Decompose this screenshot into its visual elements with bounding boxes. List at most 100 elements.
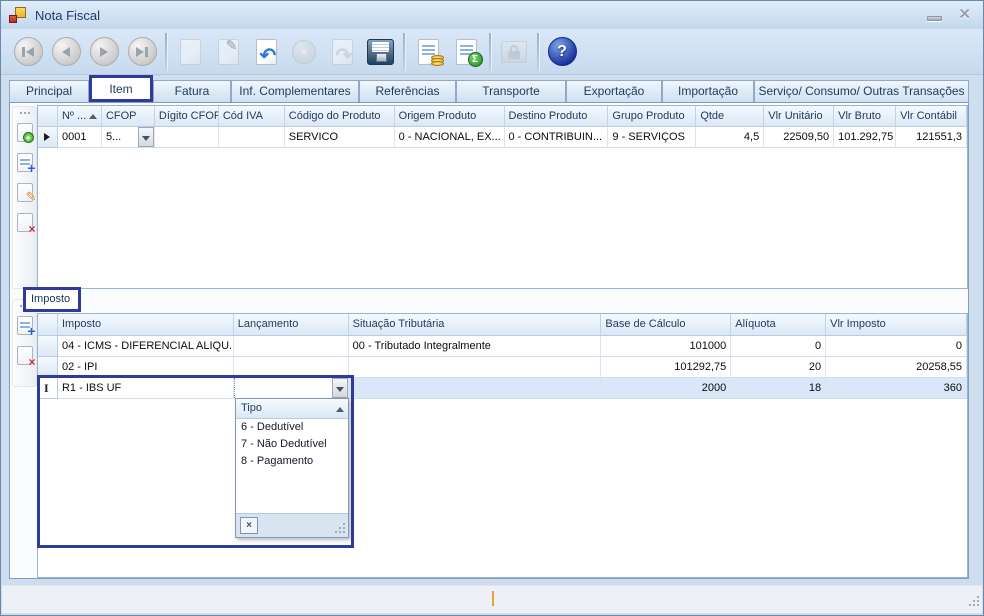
lancamento-editor-value[interactable]: [234, 378, 332, 398]
column-header-imposto[interactable]: Imposto: [58, 314, 234, 336]
cancel-button[interactable]: ×: [285, 31, 323, 73]
tab-servico-consumo[interactable]: Serviço/ Consumo/ Outras Transações: [754, 80, 969, 102]
column-header-base-calculo[interactable]: Base de Cálculo: [601, 314, 731, 336]
cell-vlr-bruto[interactable]: 101.292,75: [834, 127, 896, 148]
cell-origem-produto[interactable]: 0 - NACIONAL, EX...: [395, 127, 505, 148]
cell-qtde[interactable]: 4,5: [696, 127, 764, 148]
add-imposto-button[interactable]: +: [14, 313, 36, 337]
tab-fatura[interactable]: Fatura: [153, 80, 231, 102]
cfop-dropdown-button[interactable]: [138, 127, 154, 147]
column-header-vlr-bruto[interactable]: Vlr Bruto: [834, 106, 896, 127]
lock-button[interactable]: [495, 31, 533, 73]
nav-first-button[interactable]: [9, 31, 47, 73]
cell-situacao[interactable]: [349, 378, 602, 399]
cell-situacao[interactable]: 00 - Tributado Integralmente: [349, 336, 602, 357]
lock-icon: [501, 41, 527, 63]
cell-cfop[interactable]: 5...: [102, 127, 155, 148]
tab-inf-complementares[interactable]: Inf. Complementares: [231, 80, 359, 102]
cell-grupo-produto[interactable]: 9 - SERVIÇOS: [608, 127, 696, 148]
resize-grip-icon[interactable]: [343, 523, 345, 525]
toolbar-grip-icon[interactable]: [20, 112, 22, 114]
toolbar-grip-icon[interactable]: [20, 305, 22, 307]
cell-lancamento[interactable]: [234, 336, 349, 357]
column-header-qtde[interactable]: Qtde: [696, 106, 764, 127]
cell-lancamento[interactable]: [234, 357, 349, 378]
cell-base-calculo[interactable]: 101292,75: [601, 357, 731, 378]
column-header-digito-cfop[interactable]: Dígito CFOP: [155, 106, 219, 127]
cell-vlr-contabil[interactable]: 121551,3: [896, 127, 967, 148]
cell-vlr-unitario[interactable]: 22509,50: [764, 127, 834, 148]
nav-last-button[interactable]: [123, 31, 161, 73]
column-header-lancamento[interactable]: Lançamento: [234, 314, 349, 336]
undo-button[interactable]: ↶: [247, 31, 285, 73]
column-header-codigo-produto[interactable]: Código do Produto: [285, 106, 395, 127]
new-record-button[interactable]: [171, 31, 209, 73]
dropdown-option[interactable]: 7 - Não Dedutível: [236, 436, 348, 453]
cell-imposto[interactable]: 04 - ICMS - DIFERENCIAL ALIQU...: [58, 336, 234, 357]
edit-record-button[interactable]: ✎: [209, 31, 247, 73]
save-button[interactable]: [361, 31, 399, 73]
cell-cod-iva[interactable]: [219, 127, 285, 148]
cell-vlr-imposto[interactable]: 0: [826, 336, 967, 357]
toolbar-separator: [165, 33, 167, 71]
column-header-vlr-imposto[interactable]: Vlr Imposto: [826, 314, 967, 336]
new-document-icon: [180, 39, 201, 65]
edit-item-button[interactable]: ✎: [14, 180, 36, 204]
cell-base-calculo[interactable]: 2000: [601, 378, 731, 399]
item-grid-toolbar: + + ✎ ×: [12, 106, 37, 289]
cell-aliquota[interactable]: 0: [731, 336, 826, 357]
status-bar: [2, 585, 982, 613]
close-button[interactable]: ✕: [958, 6, 971, 24]
delete-item-button[interactable]: ×: [14, 210, 36, 234]
cell-aliquota[interactable]: 18: [731, 378, 826, 399]
dropdown-column-header[interactable]: Tipo: [236, 399, 348, 419]
tab-imposto[interactable]: Imposto: [23, 287, 81, 312]
cell-numero[interactable]: 0001: [58, 127, 102, 148]
column-header-cod-iva[interactable]: Cód IVA: [219, 106, 285, 127]
tab-exportacao[interactable]: Exportação: [566, 80, 662, 102]
nav-previous-button[interactable]: [47, 31, 85, 73]
insert-item-button[interactable]: +: [14, 150, 36, 174]
window-resize-grip-icon[interactable]: [977, 596, 979, 598]
cell-base-calculo[interactable]: 101000: [601, 336, 731, 357]
cell-codigo-produto[interactable]: SERVICO: [285, 127, 395, 148]
column-header-vlr-contabil[interactable]: Vlr Contábil: [896, 106, 967, 127]
cell-situacao[interactable]: [349, 357, 602, 378]
column-header-numero[interactable]: Nº ...: [58, 106, 102, 127]
cell-imposto[interactable]: 02 - IPI: [58, 357, 234, 378]
redo-button[interactable]: ↷: [323, 31, 361, 73]
invoice-values-button[interactable]: [409, 31, 447, 73]
imposto-grid-header: Imposto Lançamento Situação Tributária B…: [38, 314, 967, 336]
lancamento-dropdown-button[interactable]: [332, 378, 348, 398]
delete-imposto-button[interactable]: ×: [14, 343, 36, 367]
dropdown-option[interactable]: 6 - Dedutível: [236, 419, 348, 436]
totals-button[interactable]: Σ: [447, 31, 485, 73]
cell-vlr-imposto[interactable]: 360: [826, 378, 967, 399]
column-header-aliquota[interactable]: Alíquota: [731, 314, 826, 336]
nav-next-button[interactable]: [85, 31, 123, 73]
cfop-editor-value[interactable]: 5...: [102, 127, 138, 147]
cell-lancamento-editor[interactable]: [234, 378, 349, 399]
column-header-destino-produto[interactable]: Destino Produto: [505, 106, 609, 127]
tab-importacao[interactable]: Importação: [662, 80, 754, 102]
tab-item[interactable]: Item: [89, 75, 153, 102]
minimize-button[interactable]: [927, 16, 942, 21]
tab-referencias[interactable]: Referências: [359, 80, 456, 102]
tab-transporte[interactable]: Transporte: [456, 80, 566, 102]
cell-aliquota[interactable]: 20: [731, 357, 826, 378]
tab-principal[interactable]: Principal: [9, 80, 89, 102]
add-item-button[interactable]: +: [14, 120, 36, 144]
dropdown-option[interactable]: 8 - Pagamento: [236, 453, 348, 470]
column-header-origem-produto[interactable]: Origem Produto: [395, 106, 505, 127]
help-button[interactable]: ?: [543, 31, 581, 73]
column-header-situacao-tributaria[interactable]: Situação Tributária: [349, 314, 602, 336]
column-header-vlr-unitario[interactable]: Vlr Unitário: [764, 106, 834, 127]
column-header-grupo-produto[interactable]: Grupo Produto: [608, 106, 696, 127]
cell-destino-produto[interactable]: 0 - CONTRIBUIN...: [505, 127, 609, 148]
cell-digito-cfop[interactable]: [155, 127, 219, 148]
close-filter-button[interactable]: ×: [240, 517, 258, 534]
cell-imposto[interactable]: R1 - IBS UF: [58, 378, 234, 399]
cell-vlr-imposto[interactable]: 20258,55: [826, 357, 967, 378]
column-header-cfop[interactable]: CFOP: [102, 106, 155, 127]
toolbar-separator: [403, 33, 405, 71]
